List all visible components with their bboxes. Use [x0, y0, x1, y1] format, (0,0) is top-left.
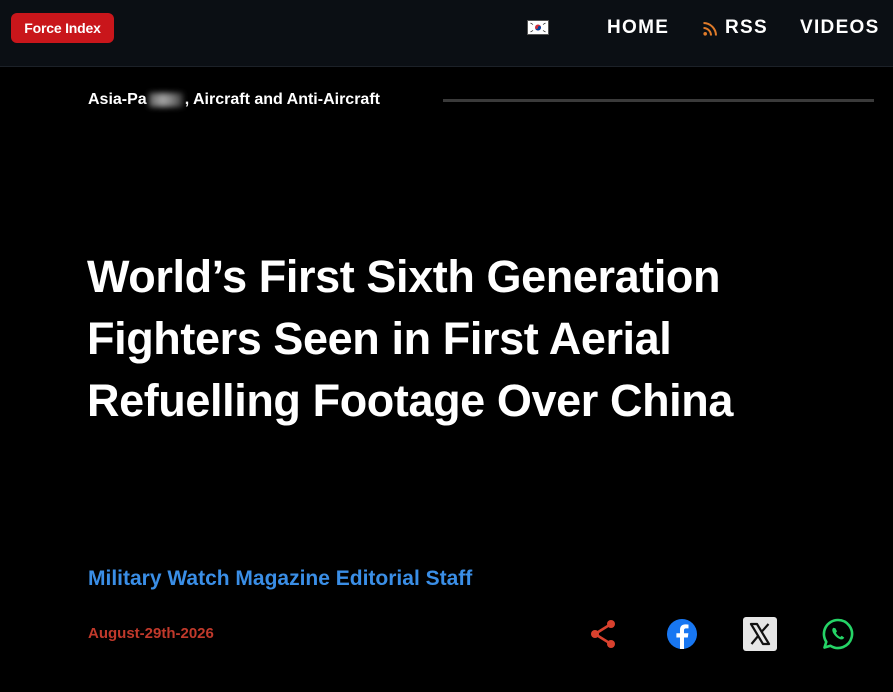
category-divider-line — [443, 99, 874, 102]
whatsapp-icon[interactable] — [820, 616, 856, 652]
korean-flag-icon[interactable] — [527, 20, 549, 35]
category-aircraft-link[interactable]: , Aircraft and Anti-Aircraft — [185, 91, 380, 108]
rss-icon — [703, 19, 717, 37]
site-logo-button[interactable]: Force Index — [11, 13, 114, 43]
nav-rss-link[interactable]: RSS — [703, 16, 768, 40]
nav-videos-link[interactable]: VIDEOS — [800, 16, 880, 40]
redacted-text-blur — [148, 92, 183, 107]
article-category-row: Asia-Pa , Aircraft and Anti-Aircraft — [88, 88, 874, 112]
article-author-link[interactable]: Military Watch Magazine Editorial Staff — [88, 565, 472, 593]
page: Force Index HOME RSS VIDEOS Asia-Pa , Ai… — [0, 0, 893, 692]
article-date: August-29th-2026 — [88, 625, 214, 642]
category-asia-pacific-link[interactable]: Asia-Pa — [88, 91, 147, 108]
nav-rss-label: RSS — [725, 17, 768, 38]
top-navigation-bar: Force Index HOME RSS VIDEOS — [0, 0, 893, 67]
share-icon[interactable] — [586, 616, 622, 652]
facebook-icon[interactable] — [664, 616, 700, 652]
article-category: Asia-Pa , Aircraft and Anti-Aircraft — [88, 88, 380, 112]
x-icon[interactable] — [742, 616, 778, 652]
nav-home-link[interactable]: HOME — [607, 16, 669, 40]
article-title: World’s First Sixth Generation Fighters … — [87, 251, 733, 426]
